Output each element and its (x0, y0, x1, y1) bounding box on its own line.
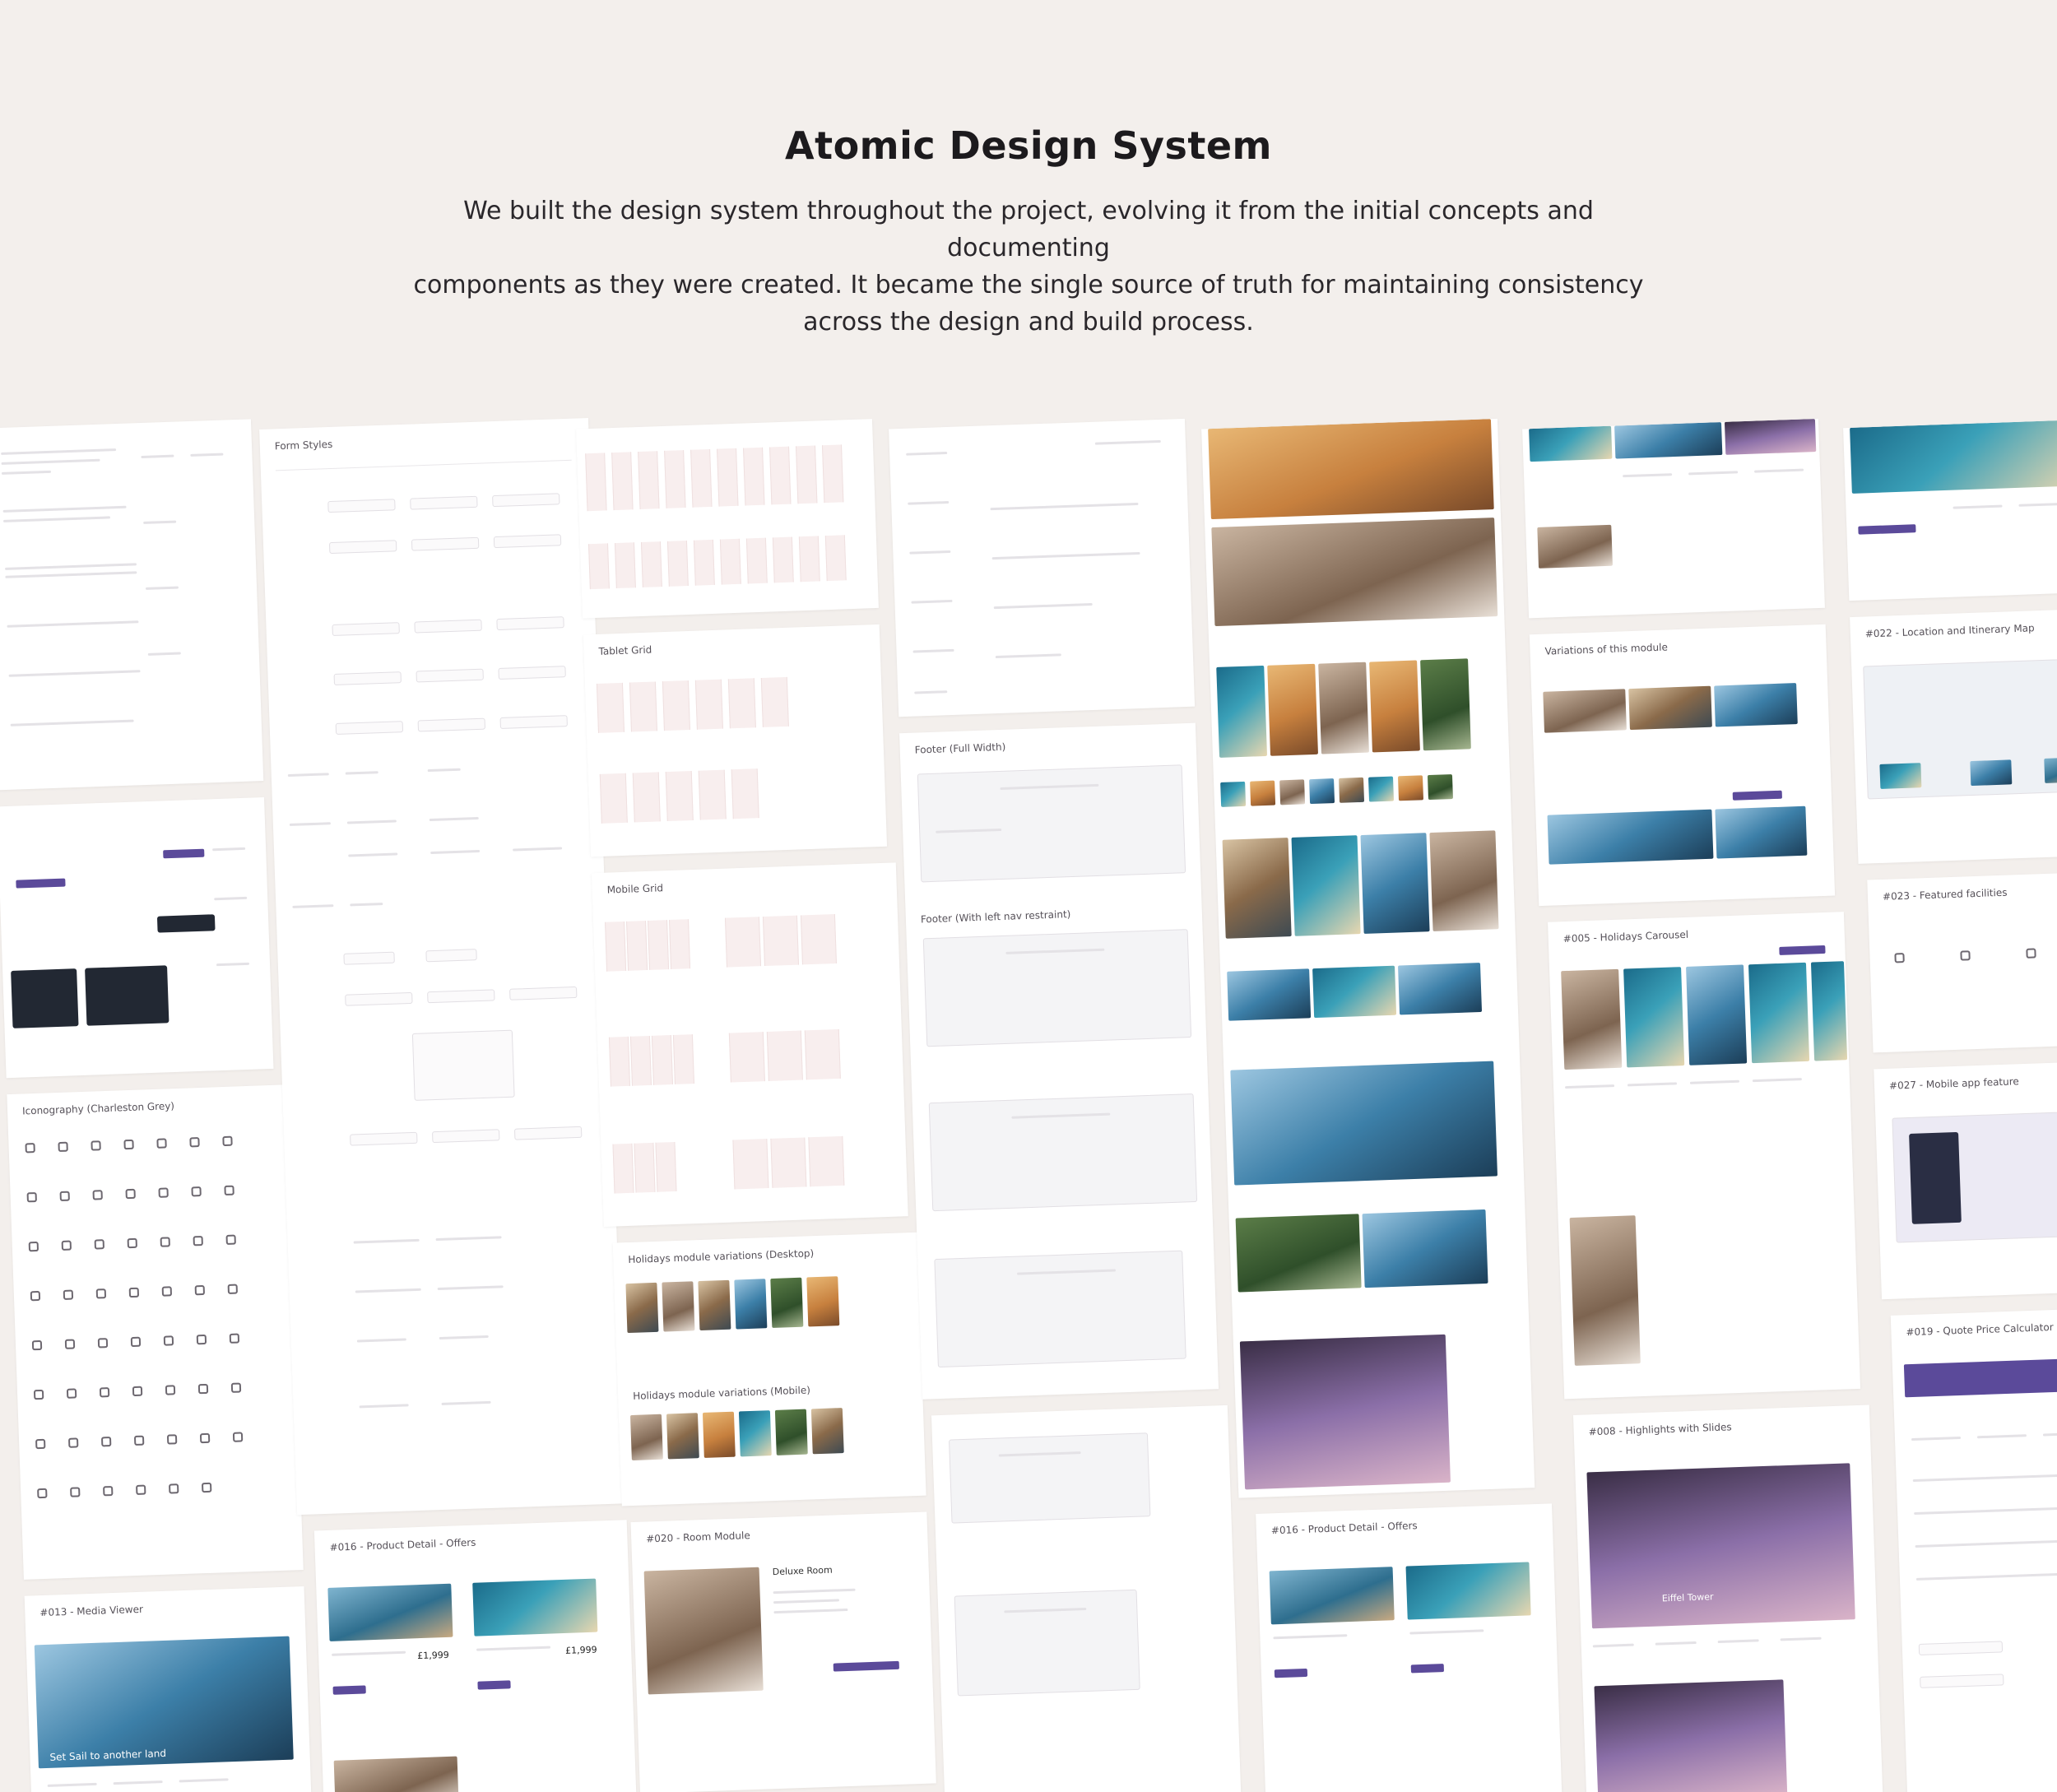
board-column-4: Footer (Full Width) Footer (With left na… (889, 418, 1242, 1792)
design-system-board: Iconography (Charleston Grey) #013 - Med… (0, 0, 2057, 1792)
card-subtitle: Footer (With left nav restraint) (920, 908, 1071, 926)
eiffel-tower-image (1239, 1334, 1451, 1490)
card-title: Holidays module variations (Desktop) (628, 1247, 815, 1266)
card-title: #019 - Quote Price Calculator (1906, 1321, 2054, 1339)
card-title: #020 - Room Module (645, 1530, 750, 1545)
card-title: #016 - Product Detail - Offers (1270, 1520, 1418, 1537)
card-title: #005 - Holidays Carousel (1562, 928, 1689, 945)
card-title: #008 - Highlights with Slides (1588, 1421, 1732, 1438)
card-title: #013 - Media Viewer (39, 1603, 144, 1619)
card-title: Tablet Grid (598, 643, 652, 657)
card-subtitle: Holidays module variations (Mobile) (632, 1384, 811, 1402)
product-detail-offers-card-2: #016 - Product Detail - Offers (1256, 1503, 1562, 1792)
desert-image (1208, 419, 1494, 520)
module-variations-card: Variations of this module (1529, 624, 1836, 907)
image-ratios-card (1201, 418, 1535, 1498)
price: £1,999 (417, 1649, 449, 1662)
media-viewer-card: #013 - Media Viewer Set Sail to another … (24, 1585, 313, 1792)
board-column-5: #016 - Product Detail - Offers (1201, 418, 1562, 1792)
slide-caption: Eiffel Tower (1661, 1591, 1714, 1604)
board-column-6: Variations of this module #005 - Holiday… (1522, 418, 1883, 1792)
location-map-card: #022 - Location and Itinerary Map (1850, 608, 2057, 864)
card-title: Footer (Full Width) (914, 740, 1006, 756)
eiffel-slide-image (1586, 1463, 1855, 1629)
iconography-card: Iconography (Charleston Grey) (7, 1084, 304, 1580)
mobile-app-feature-card: #027 - Mobile app feature (1874, 1060, 2057, 1300)
quote-price-calculator-card: #019 - Quote Price Calculator (1890, 1307, 2057, 1792)
board-column-7: #022 - Location and Itinerary Map #023 -… (1843, 419, 2057, 1792)
card-title: #022 - Location and Itinerary Map (1864, 622, 2035, 640)
elephant-image (1211, 518, 1498, 627)
card-title: #027 - Mobile app feature (1888, 1075, 2020, 1092)
room-title: Deluxe Room (772, 1564, 833, 1578)
cruise-island-image (1230, 1061, 1498, 1186)
card-title: Mobile Grid (606, 882, 664, 896)
highlights-slides-card: #008 - Highlights with Slides Eiffel Tow… (1572, 1404, 1883, 1792)
mobile-grid-card: Mobile Grid (591, 862, 908, 1228)
honeymoons-card (1843, 419, 2057, 601)
typography-card (0, 419, 264, 791)
header-navigation-card (889, 418, 1196, 717)
price: £1,999 (564, 1644, 597, 1656)
board-column-2: Form Styles #016 - Product Detail - Offe… (259, 418, 638, 1792)
buttons-card (0, 797, 274, 1079)
product-detail-offers-card: #016 - Product Detail - Offers £1,999 £1… (313, 1520, 638, 1792)
room-module-card: #020 - Room Module Deluxe Room (630, 1511, 936, 1792)
holidays-carousel-card: #005 - Holidays Carousel (1548, 912, 1861, 1400)
card-title: Variations of this module (1544, 641, 1669, 657)
footer-card: Footer (Full Width) Footer (With left na… (899, 722, 1219, 1400)
board-column-1: Iconography (Charleston Grey) #013 - Med… (0, 419, 313, 1792)
date-picker (411, 1029, 515, 1101)
featured-facilities-card: #023 - Featured facilities (1867, 871, 2057, 1053)
card-title: Form Styles (274, 438, 333, 453)
card-title: Iconography (Charleston Grey) (21, 1100, 175, 1117)
child-module-card (1522, 418, 1825, 619)
footer-mobile-card (931, 1404, 1242, 1792)
card-title: #016 - Product Detail - Offers (329, 1536, 476, 1553)
holidays-module-variations-card: Holidays module variations (Desktop) Hol… (612, 1232, 926, 1506)
form-styles-card: Form Styles (259, 418, 626, 1516)
tablet-grid-card: Tablet Grid (583, 624, 888, 857)
board-column-3: Tablet Grid Mobile Grid Holidays module … (576, 418, 936, 1792)
card-title: #023 - Featured facilities (1882, 886, 2008, 903)
desktop-grid-card (576, 419, 879, 619)
